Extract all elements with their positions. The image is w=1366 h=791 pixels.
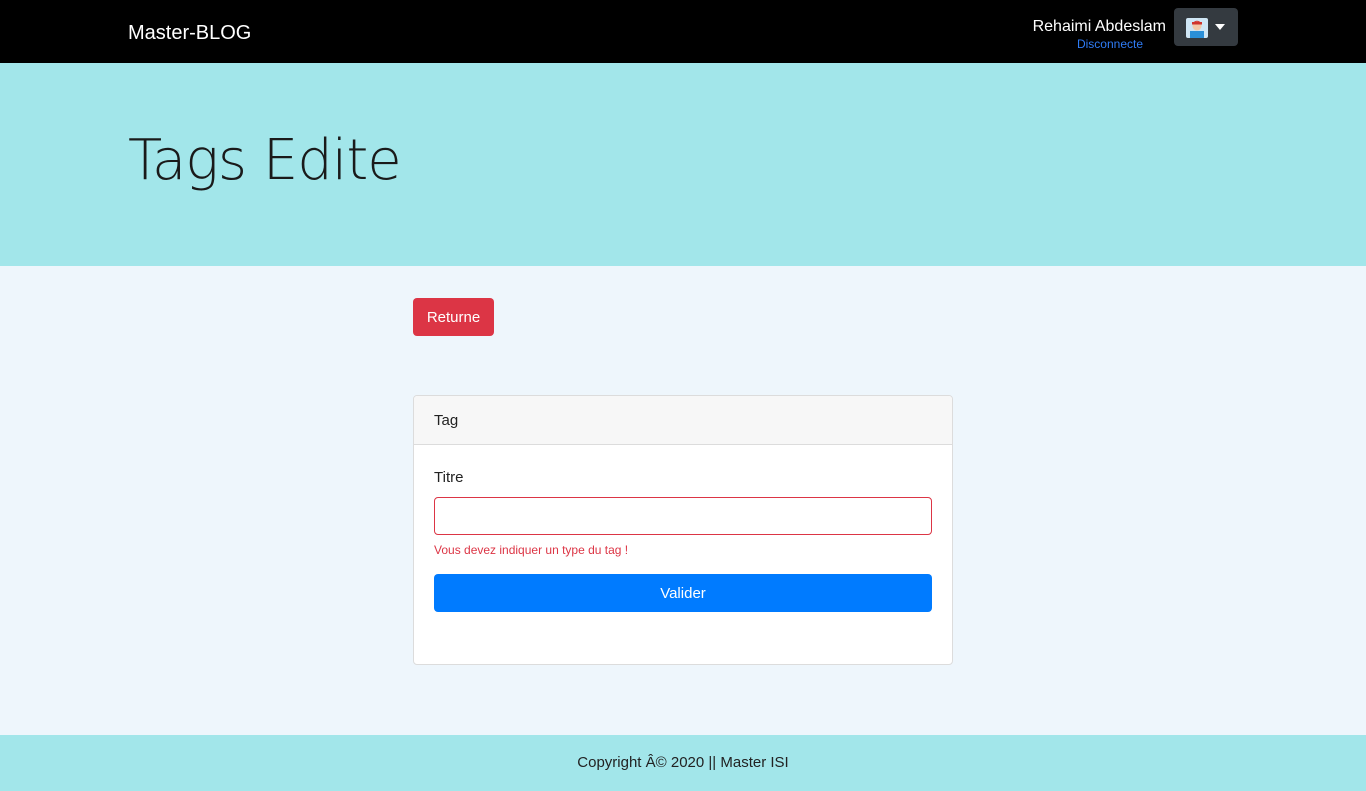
user-name: Rehaimi Abdeslam xyxy=(1032,18,1166,35)
submit-button[interactable]: Valider xyxy=(434,574,932,612)
top-navbar: Master-BLOG Rehaimi Abdeslam Disconnecte xyxy=(0,0,1366,63)
footer: Copyright Â© 2020 || Master ISI xyxy=(0,735,1366,791)
user-menu-dropdown-button[interactable] xyxy=(1174,8,1238,46)
title-field-label: Titre xyxy=(434,469,464,486)
caret-down-icon xyxy=(1215,24,1225,30)
tag-form-card: Tag Titre Vous devez indiquer un type du… xyxy=(413,395,953,665)
card-header: Tag xyxy=(414,396,952,445)
page-title: Tags Edite xyxy=(128,128,402,193)
hero-banner: Tags Edite xyxy=(0,63,1366,266)
title-error-message: Vous devez indiquer un type du tag ! xyxy=(434,543,629,557)
return-button[interactable]: Returne xyxy=(413,298,494,336)
user-info: Rehaimi Abdeslam Disconnecte xyxy=(1020,17,1180,51)
user-avatar-icon xyxy=(1186,18,1208,38)
title-input[interactable] xyxy=(434,497,932,535)
footer-copyright: Copyright Â© 2020 || Master ISI xyxy=(577,754,789,771)
logout-link[interactable]: Disconnecte xyxy=(1040,37,1180,51)
brand-link[interactable]: Master-BLOG xyxy=(128,21,251,45)
